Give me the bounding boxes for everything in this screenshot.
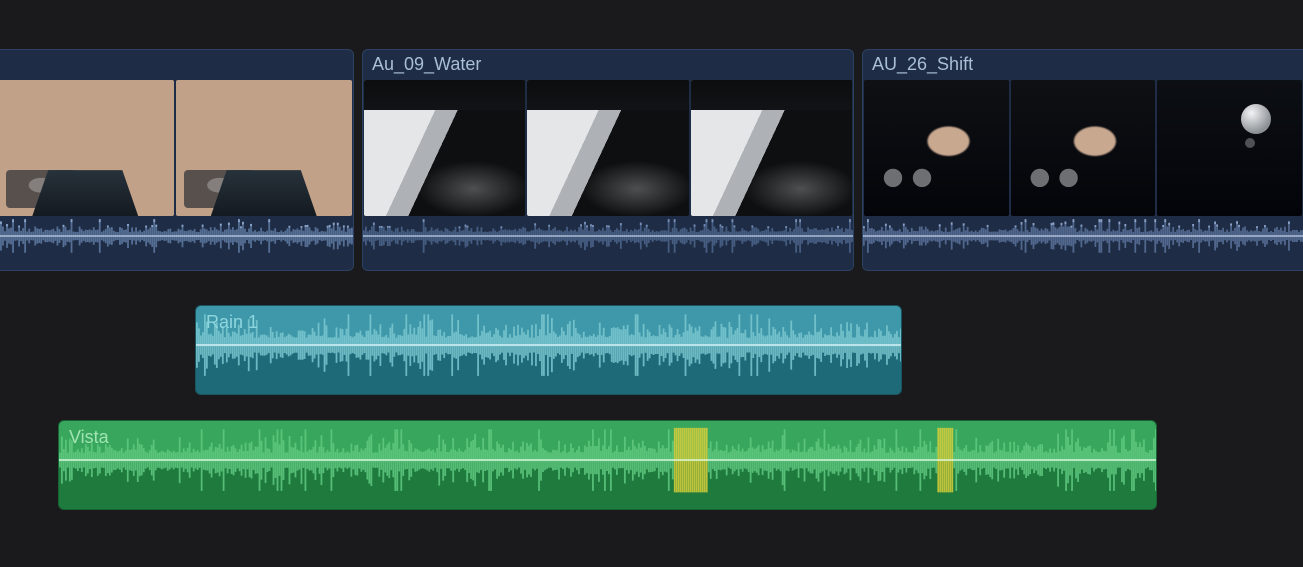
clip-thumbnail [527, 80, 688, 216]
clip-thumbnail [0, 80, 174, 216]
clip-thumbnails [0, 80, 353, 216]
primary-video-track[interactable]: Au_09_Water AU_26_Shift [0, 49, 1303, 277]
audio-waveform [196, 306, 901, 394]
audio-level-line[interactable] [59, 459, 1156, 461]
clip-thumbnail [1157, 80, 1302, 216]
clip-audio-waveform[interactable] [0, 216, 353, 270]
clip-audio-waveform[interactable] [363, 216, 853, 270]
clip-thumbnail [176, 80, 353, 216]
audio-clip[interactable]: Vista [58, 420, 1157, 510]
clip-thumbnails [863, 80, 1303, 216]
video-clip[interactable]: AU_26_Shift [862, 49, 1303, 271]
audio-waveform [59, 421, 1156, 509]
audio-level-line[interactable] [196, 344, 901, 346]
audio-level-line[interactable] [0, 235, 353, 237]
video-clip[interactable]: Au_09_Water [362, 49, 854, 271]
clip-audio-waveform[interactable] [863, 216, 1303, 270]
clip-title: Au_09_Water [372, 54, 481, 75]
clip-title: AU_26_Shift [872, 54, 973, 75]
audio-level-line[interactable] [363, 235, 853, 237]
clip-thumbnail [364, 80, 525, 216]
clip-thumbnail [691, 80, 852, 216]
audio-clip[interactable]: Rain 1 [195, 305, 902, 395]
clip-thumbnail [864, 80, 1009, 216]
clip-thumbnails [363, 80, 853, 216]
audio-level-line[interactable] [863, 235, 1303, 237]
video-clip[interactable] [0, 49, 354, 271]
clip-thumbnail [1011, 80, 1156, 216]
